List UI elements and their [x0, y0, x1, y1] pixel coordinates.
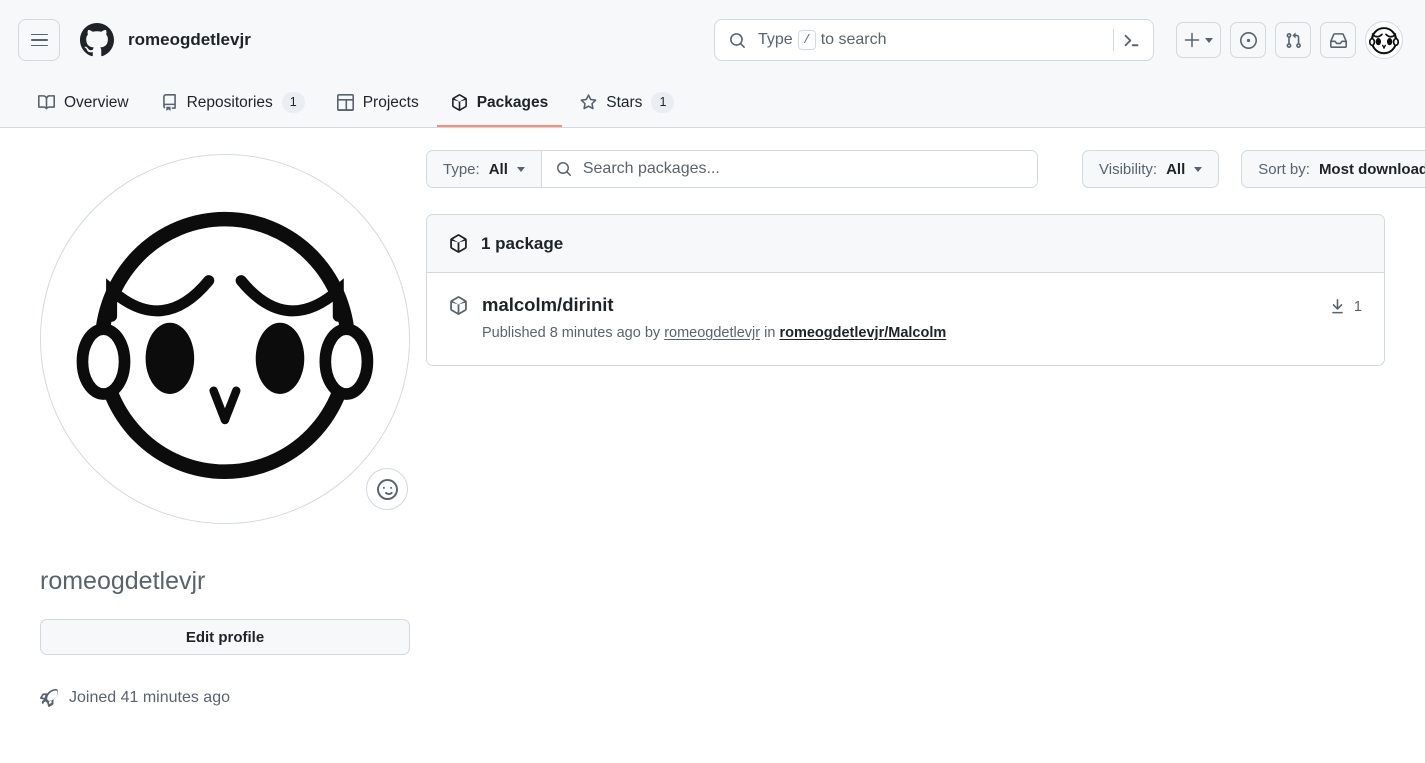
tab-stars-count: 1 [651, 92, 675, 113]
visibility-filter-dropdown[interactable]: Visibility: All [1082, 150, 1220, 188]
download-count-value: 1 [1353, 298, 1362, 315]
visibility-filter-value: All [1166, 160, 1186, 178]
app-header: romeogdetlevjr Type / to search [0, 0, 1425, 80]
edit-profile-button[interactable]: Edit profile [40, 619, 410, 656]
pull-requests-button[interactable] [1275, 22, 1311, 58]
tab-projects-label: Projects [362, 93, 419, 111]
tab-projects[interactable]: Projects [323, 80, 433, 127]
create-new-button[interactable] [1176, 22, 1221, 58]
terminal-icon[interactable] [1122, 31, 1143, 50]
packages-search-placeholder: Search packages... [582, 160, 720, 177]
type-filter-value: All [488, 160, 508, 178]
profile-username: romeogdetlevjr [40, 567, 206, 595]
chevron-down-icon [1205, 37, 1213, 43]
user-avatar[interactable] [40, 154, 410, 524]
package-repository-link[interactable]: romeogdetlevjr/Malcolm [779, 325, 946, 341]
search-prefix: Type [758, 31, 793, 48]
search-divider [1113, 29, 1114, 51]
global-search-placeholder: Type / to search [758, 30, 1105, 50]
search-suffix: to search [820, 31, 887, 48]
package-info: malcolm/dirinit Published 8 minutes ago … [482, 293, 1315, 343]
slash-key-badge: / [797, 30, 816, 50]
type-and-search-group: Type: All Search packages... [426, 150, 1038, 188]
sort-by-dropdown[interactable]: Sort by: Most downloads [1241, 150, 1425, 188]
tab-stars[interactable]: Stars 1 [566, 80, 688, 127]
sort-by-value: Most downloads [1318, 160, 1425, 178]
chevron-down-icon [1194, 166, 1203, 172]
package-list-item[interactable]: malcolm/dirinit Published 8 minutes ago … [427, 273, 1384, 365]
tab-overview[interactable]: Overview [24, 80, 143, 127]
github-logo[interactable] [80, 23, 114, 57]
profile-sidebar: romeogdetlevjr Edit profile Joined 41 mi… [24, 128, 410, 708]
smiley-icon [376, 478, 398, 500]
set-status-button[interactable] [366, 468, 408, 510]
type-filter-label: Type: [443, 160, 480, 178]
header-actions [1176, 21, 1403, 59]
rocket-icon [40, 689, 58, 708]
tab-packages-label: Packages [476, 93, 549, 111]
package-download-count: 1 [1329, 293, 1362, 315]
package-icon [449, 234, 468, 253]
search-icon [729, 32, 746, 49]
hamburger-icon [30, 32, 48, 49]
star-icon [580, 94, 597, 111]
global-search-input[interactable]: Type / to search [714, 19, 1154, 61]
package-icon [449, 293, 468, 315]
global-nav-menu-button[interactable] [18, 19, 60, 61]
tab-packages[interactable]: Packages [436, 80, 563, 127]
issues-button[interactable] [1230, 22, 1266, 58]
owner-name-link[interactable]: romeogdetlevjr [128, 30, 251, 50]
book-icon [38, 94, 55, 111]
avatar-menu-button[interactable] [1365, 21, 1403, 59]
package-icon [451, 94, 468, 111]
tab-repositories-count: 1 [281, 92, 305, 113]
tab-repositories[interactable]: Repositories 1 [147, 80, 319, 127]
tab-overview-label: Overview [64, 93, 129, 111]
chevron-down-icon [516, 166, 525, 172]
inbox-button[interactable] [1320, 22, 1356, 58]
download-icon [1329, 298, 1346, 315]
package-author-link[interactable]: romeogdetlevjr [664, 325, 760, 341]
sort-by-label: Sort by: [1258, 160, 1310, 178]
packages-list-card: 1 package malcolm/dirinit Published 8 mi… [426, 214, 1385, 367]
package-metadata: Published 8 minutes ago by romeogdetlevj… [482, 323, 1315, 343]
packages-count-label: 1 package [481, 233, 564, 253]
joined-text: Joined 41 minutes ago [69, 689, 230, 707]
table-icon [336, 94, 354, 111]
page-body: romeogdetlevjr Edit profile Joined 41 mi… [0, 128, 1425, 708]
packages-filter-bar: Type: All Search packages... Visibility: [426, 150, 1425, 188]
joined-info: Joined 41 minutes ago [40, 689, 394, 708]
package-published-text: Published 8 minutes ago by [482, 325, 661, 342]
profile-nav-tabs: Overview Repositories 1 Projects Package… [0, 80, 1425, 128]
package-in-word: in [764, 325, 776, 342]
repo-icon [161, 94, 178, 111]
tab-stars-label: Stars [606, 93, 643, 111]
packages-count-header: 1 package [427, 215, 1384, 273]
avatar-container [40, 154, 410, 524]
type-filter-dropdown[interactable]: Type: All [427, 151, 542, 187]
tab-repositories-label: Repositories [186, 93, 273, 111]
visibility-filter-label: Visibility: [1099, 160, 1158, 178]
package-name-link[interactable]: malcolm/dirinit [482, 293, 1315, 317]
packages-search-input[interactable]: Search packages... [541, 151, 1037, 187]
packages-content: Type: All Search packages... Visibility: [410, 128, 1425, 367]
search-icon [556, 161, 572, 177]
